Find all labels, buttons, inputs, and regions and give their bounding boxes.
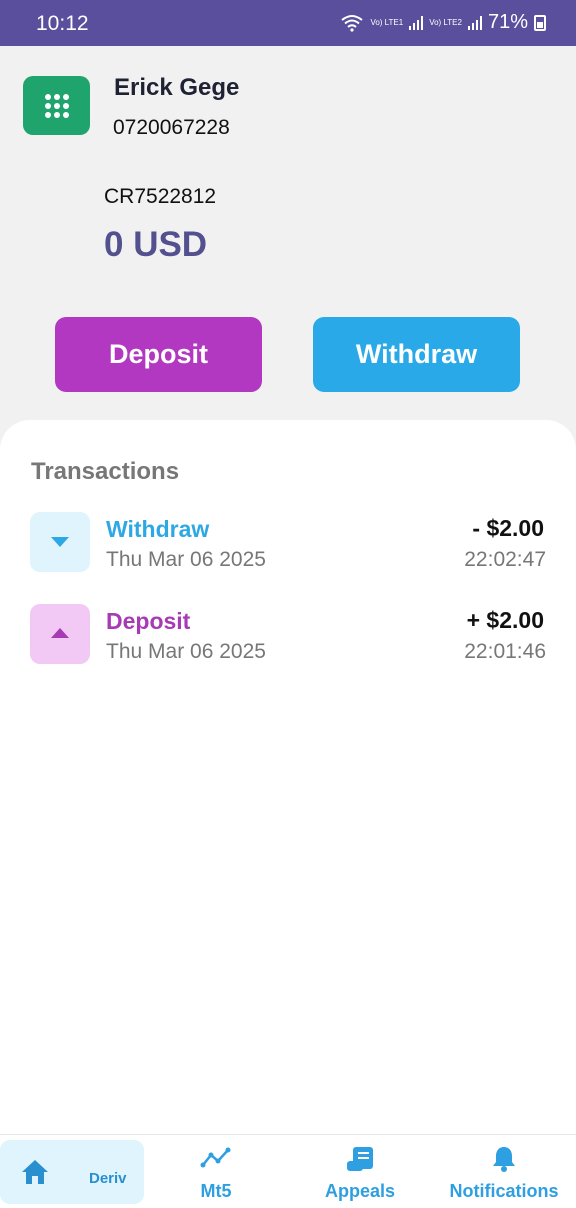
withdraw-button[interactable]: Withdraw — [313, 317, 520, 392]
transaction-type: Deposit — [106, 608, 191, 634]
nav-label-appeals: Appeals — [324, 1181, 396, 1201]
sim2-network-label: Vo) LTE2 — [429, 17, 462, 27]
signal-icon — [409, 15, 424, 30]
bottom-nav: Deriv Mt5 Appeals Notifications — [0, 1134, 576, 1208]
battery-icon — [534, 14, 546, 31]
arrow-down-icon — [30, 512, 90, 572]
transaction-amount: + $2.00 — [466, 607, 544, 633]
scroll-icon — [347, 1147, 373, 1171]
app-logo[interactable] — [23, 76, 90, 135]
user-phone: 0720067228 — [113, 116, 230, 139]
transactions-panel: Transactions Withdraw Thu Mar 06 2025 - … — [0, 420, 576, 1135]
status-time: 10:12 — [36, 12, 89, 35]
account-id: CR7522812 — [104, 185, 217, 208]
transaction-type: Withdraw — [106, 516, 210, 542]
nav-item-deriv[interactable]: Deriv — [0, 1140, 144, 1204]
status-icons: Vo) LTE1 Vo) LTE2 71% — [340, 11, 546, 34]
home-icon — [22, 1160, 48, 1184]
signal-icon — [467, 15, 482, 30]
chart-line-icon — [200, 1147, 231, 1168]
transaction-date: Thu Mar 06 2025 — [106, 548, 266, 571]
nav-item-mt5[interactable]: Mt5 — [170, 1135, 262, 1208]
nav-item-appeals[interactable]: Appeals — [312, 1135, 408, 1208]
transaction-time: 22:02:47 — [464, 548, 546, 571]
nav-item-notifications[interactable]: Notifications — [446, 1135, 562, 1208]
deposit-button[interactable]: Deposit — [55, 317, 262, 392]
arrow-up-icon — [30, 604, 90, 664]
grid-dots-icon — [45, 94, 69, 118]
wifi-icon — [341, 14, 364, 32]
sim1-network-label: Vo) LTE1 — [370, 17, 404, 27]
bell-icon — [493, 1147, 515, 1172]
status-bar: 10:12 Vo) LTE1 Vo) LTE2 71% — [0, 0, 576, 46]
account-balance: 0 USD — [104, 225, 208, 264]
nav-label-deriv: Deriv — [89, 1170, 127, 1187]
nav-label-notifications: Notifications — [449, 1181, 559, 1201]
transaction-date: Thu Mar 06 2025 — [106, 640, 266, 663]
transaction-row[interactable]: Withdraw Thu Mar 06 2025 - $2.00 22:02:4… — [0, 512, 576, 574]
battery-percent: 71% — [487, 11, 528, 33]
user-name: Erick Gege — [114, 74, 240, 101]
transaction-row[interactable]: Deposit Thu Mar 06 2025 + $2.00 22:01:46 — [0, 604, 576, 666]
transaction-amount: - $2.00 — [472, 515, 544, 541]
nav-label-mt5: Mt5 — [200, 1181, 232, 1201]
transaction-time: 22:01:46 — [464, 640, 546, 663]
transactions-heading: Transactions — [31, 458, 180, 485]
